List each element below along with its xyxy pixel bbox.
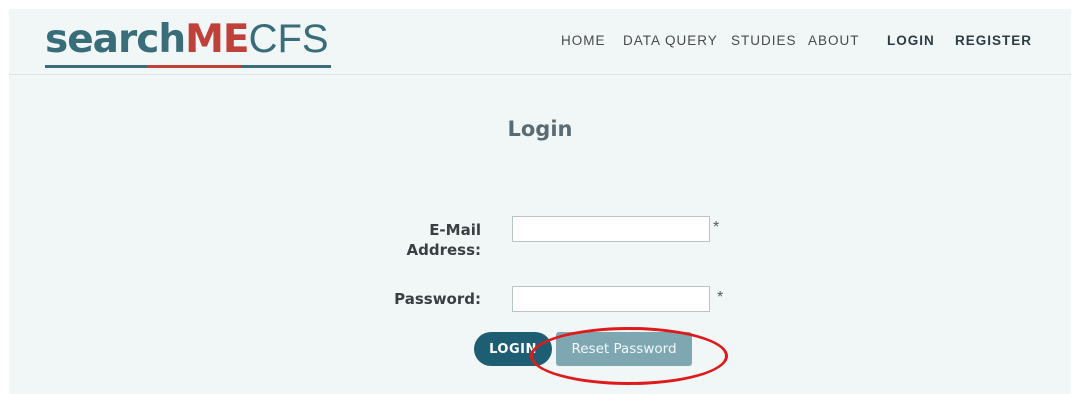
nav-home[interactable]: HOME xyxy=(561,33,606,48)
site-logo[interactable]: searchMECFS xyxy=(45,17,331,69)
site-header: searchMECFS HOME DATA QUERY STUDIES ABOU… xyxy=(9,9,1071,75)
page-title: Login xyxy=(507,117,573,141)
email-label-line1: E-Mail xyxy=(429,221,481,239)
nav-data-query[interactable]: DATA QUERY xyxy=(623,33,718,48)
email-required-mark: * xyxy=(713,219,720,236)
logo-underline-accent xyxy=(147,65,241,68)
nav-about[interactable]: ABOUT xyxy=(808,33,860,48)
nav-login[interactable]: LOGIN xyxy=(887,33,935,48)
logo-text-cfs: CFS xyxy=(248,17,329,61)
logo-text-me: ME xyxy=(185,17,249,62)
login-button[interactable]: LOGIN xyxy=(474,332,552,366)
password-required-mark: * xyxy=(717,289,724,306)
logo-text-search: search xyxy=(45,17,186,62)
email-field[interactable] xyxy=(512,216,710,242)
email-label-line2: Address: xyxy=(406,241,481,259)
reset-password-button[interactable]: Reset Password xyxy=(556,332,692,366)
password-field[interactable] xyxy=(512,286,710,312)
page-frame: searchMECFS HOME DATA QUERY STUDIES ABOU… xyxy=(9,9,1071,394)
email-label: E-Mail Address: xyxy=(394,220,481,260)
nav-register[interactable]: REGISTER xyxy=(955,33,1032,48)
password-label: Password: xyxy=(394,290,481,308)
nav-studies[interactable]: STUDIES xyxy=(731,33,797,48)
